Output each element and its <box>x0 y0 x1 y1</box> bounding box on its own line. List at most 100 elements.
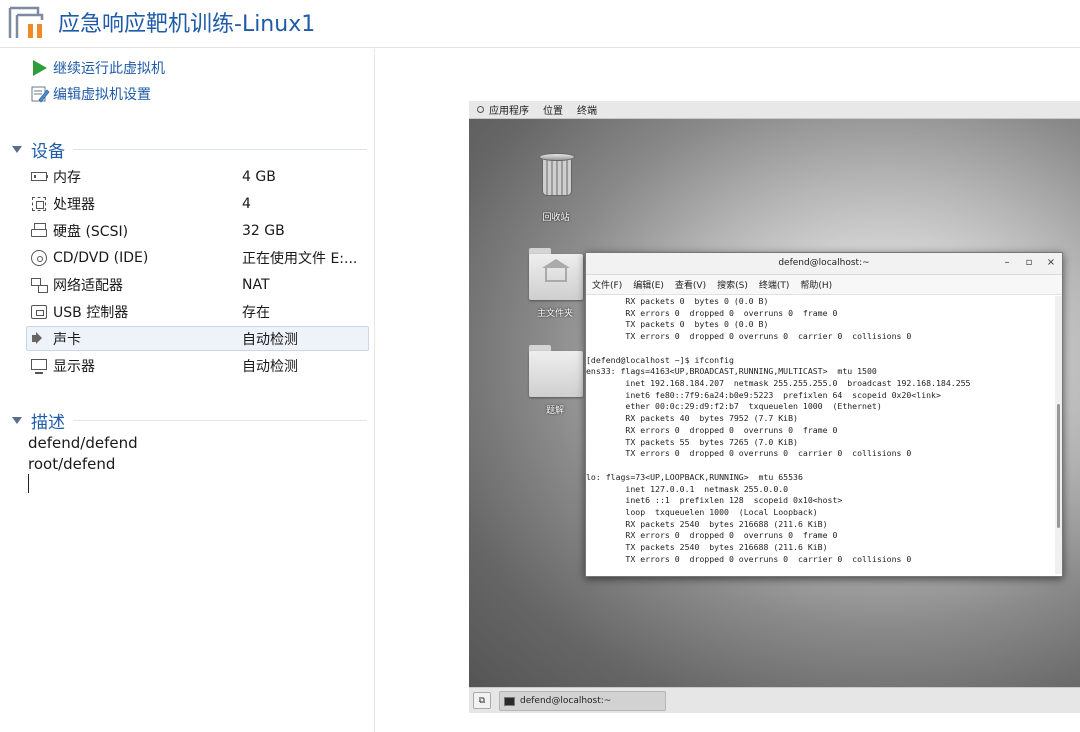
display-icon <box>29 357 49 375</box>
edit-settings-label: 编辑虚拟机设置 <box>53 87 151 103</box>
terminal-line: TX errors 0 dropped 0 overruns 0 carrier… <box>586 331 912 342</box>
title-bar: 应急响应靶机训练-Linux1 <box>0 0 1080 48</box>
collapse-caret-icon <box>12 416 22 424</box>
terminal-line: TX errors 0 dropped 0 overruns 0 carrier… <box>586 448 912 459</box>
terminal-line: RX errors 0 dropped 0 overruns 0 frame 0 <box>586 307 838 318</box>
description-section-header[interactable]: 描述 <box>12 408 367 433</box>
terminal-line: RX packets 40 bytes 7952 (7.7 KiB) <box>586 413 798 424</box>
terminal-line: RX errors 0 dropped 0 overruns 0 frame 0 <box>586 530 838 541</box>
desktop-icon-home-folder[interactable]: 主文件夹 <box>520 248 590 324</box>
close-button[interactable]: × <box>1044 256 1058 270</box>
vm-console-screen[interactable]: 应用程序 位置 终端 回收站 主文件夹 题解 defend@localhost:… <box>469 101 1080 713</box>
device-row-cd-dvd[interactable]: CD/DVD (IDE) 正在使用文件 E:... <box>26 245 369 270</box>
device-value: 32 GB <box>242 222 285 239</box>
description-line[interactable]: defend/defend <box>28 434 138 452</box>
desktop-icon-label: 题解 <box>545 406 564 416</box>
terminal-app-menu[interactable]: 终端 <box>577 102 597 117</box>
terminal-line: TX errors 0 dropped 0 overruns 0 carrier… <box>586 553 912 564</box>
applications-menu[interactable]: 应用程序 <box>477 102 529 117</box>
terminal-menubar: 文件(F) 编辑(E) 查看(V) 搜索(S) 终端(T) 帮助(H) <box>586 275 1062 295</box>
home-folder-icon <box>529 248 583 300</box>
device-row-processor[interactable]: 处理器 4 <box>26 191 369 216</box>
minimize-button[interactable]: – <box>1000 256 1014 270</box>
terminal-line: inet 192.168.184.207 netmask 255.255.255… <box>586 378 971 389</box>
terminal-title: defend@localhost:~ <box>778 258 870 268</box>
device-name: CD/DVD (IDE) <box>53 249 149 266</box>
taskbar-terminal-task[interactable]: defend@localhost:~ <box>499 691 666 711</box>
show-desktop-icon[interactable]: ⧉ <box>473 692 491 709</box>
power-on-vm-link[interactable]: 继续运行此虚拟机 <box>30 57 165 79</box>
terminal-titlebar[interactable]: defend@localhost:~ – ▫ × <box>586 253 1062 275</box>
terminal-line: TX packets 55 bytes 7265 (7.0 KiB) <box>586 436 798 447</box>
description-line[interactable]: root/defend <box>28 455 115 473</box>
device-name: 处理器 <box>53 196 95 213</box>
applications-icon <box>477 106 484 113</box>
devices-section-header[interactable]: 设备 <box>12 137 367 162</box>
hard-disk-icon <box>29 222 49 240</box>
places-menu[interactable]: 位置 <box>543 102 563 117</box>
terminal-line: inet6 ::1 prefixlen 128 scopeid 0x10<hos… <box>586 495 843 506</box>
device-value: 4 <box>242 195 251 212</box>
terminal-line: ether 00:0c:29:d9:f2:b7 txqueuelen 1000 … <box>586 401 882 412</box>
terminal-output[interactable]: RX packets 0 bytes 0 (0.0 B) RX errors 0… <box>586 296 1054 574</box>
device-value: 自动检测 <box>242 358 298 375</box>
processor-icon <box>29 195 49 213</box>
menu-help[interactable]: 帮助(H) <box>800 278 832 291</box>
terminal-line: RX errors 0 dropped 0 overruns 0 frame 0 <box>586 424 838 435</box>
menu-file[interactable]: 文件(F) <box>592 278 622 291</box>
sound-card-icon <box>29 330 49 348</box>
terminal-line: [defend@localhost ~]$ ifconfig <box>586 354 734 365</box>
terminal-line: RX packets 2540 bytes 216688 (211.6 KiB) <box>586 518 828 529</box>
device-row-network-adapter[interactable]: 网络适配器 NAT <box>26 272 369 297</box>
maximize-button[interactable]: ▫ <box>1022 256 1036 270</box>
desktop-icon-folder[interactable]: 题解 <box>520 345 590 421</box>
device-value: NAT <box>242 276 270 293</box>
gnome-taskbar: ⧉ defend@localhost:~ <box>469 687 1080 713</box>
device-name: 网络适配器 <box>53 277 123 294</box>
device-row-usb-controller[interactable]: USB 控制器 存在 <box>26 299 369 324</box>
description-heading: 描述 <box>31 412 65 433</box>
desktop-icon-label: 回收站 <box>542 213 570 223</box>
menu-edit[interactable]: 编辑(E) <box>633 278 664 291</box>
terminal-line: ens33: flags=4163<UP,BROADCAST,RUNNING,M… <box>586 366 877 377</box>
device-row-display[interactable]: 显示器 自动检测 <box>26 353 369 378</box>
folder-icon <box>529 345 583 397</box>
device-row-sound-card[interactable]: 声卡 自动检测 <box>26 326 369 351</box>
terminal-line: TX packets 0 bytes 0 (0.0 B) <box>586 319 769 330</box>
trash-icon <box>539 153 575 197</box>
play-icon <box>30 59 50 77</box>
desktop-icon-trash[interactable]: 回收站 <box>521 153 591 223</box>
guest-desktop[interactable]: 回收站 主文件夹 题解 defend@localhost:~ – ▫ × 文件(… <box>469 119 1080 687</box>
usb-controller-icon <box>29 303 49 321</box>
gnome-top-bar: 应用程序 位置 终端 <box>469 101 1080 119</box>
terminal-scrollbar[interactable] <box>1055 296 1062 574</box>
vmware-logo-icon <box>8 6 44 38</box>
terminal-window[interactable]: defend@localhost:~ – ▫ × 文件(F) 编辑(E) 查看(… <box>585 252 1063 577</box>
edit-vm-settings-link[interactable]: 编辑虚拟机设置 <box>30 83 151 105</box>
device-name: 显示器 <box>53 358 95 375</box>
memory-icon <box>29 168 49 186</box>
scrollbar-thumb[interactable] <box>1057 404 1060 528</box>
device-name: USB 控制器 <box>53 304 129 321</box>
section-divider <box>73 148 367 150</box>
terminal-line: lo: flags=73<UP,LOOPBACK,RUNNING> mtu 65… <box>586 471 803 482</box>
terminal-line: inet 127.0.0.1 netmask 255.0.0.0 <box>586 483 789 494</box>
device-row-hard-disk[interactable]: 硬盘 (SCSI) 32 GB <box>26 218 369 243</box>
text-cursor <box>28 474 29 493</box>
device-name: 硬盘 (SCSI) <box>53 223 129 240</box>
menu-search[interactable]: 搜索(S) <box>717 278 748 291</box>
menu-view[interactable]: 查看(V) <box>675 278 706 291</box>
vm-details-panel: 继续运行此虚拟机 编辑虚拟机设置 设备 内存 4 GB 处理器 4 硬盘 (SC… <box>0 49 375 732</box>
edit-settings-icon <box>30 85 50 103</box>
taskbar-task-label: defend@localhost:~ <box>520 696 612 706</box>
device-row-memory[interactable]: 内存 4 GB <box>26 164 369 189</box>
terminal-line: RX packets 0 bytes 0 (0.0 B) <box>586 296 769 306</box>
menu-terminal[interactable]: 终端(T) <box>759 278 790 291</box>
collapse-caret-icon <box>12 145 22 153</box>
desktop-icon-label: 主文件夹 <box>536 309 573 319</box>
device-value: 存在 <box>242 304 270 321</box>
applications-label: 应用程序 <box>489 106 529 117</box>
devices-heading: 设备 <box>31 141 65 162</box>
cd-dvd-icon <box>29 249 49 267</box>
